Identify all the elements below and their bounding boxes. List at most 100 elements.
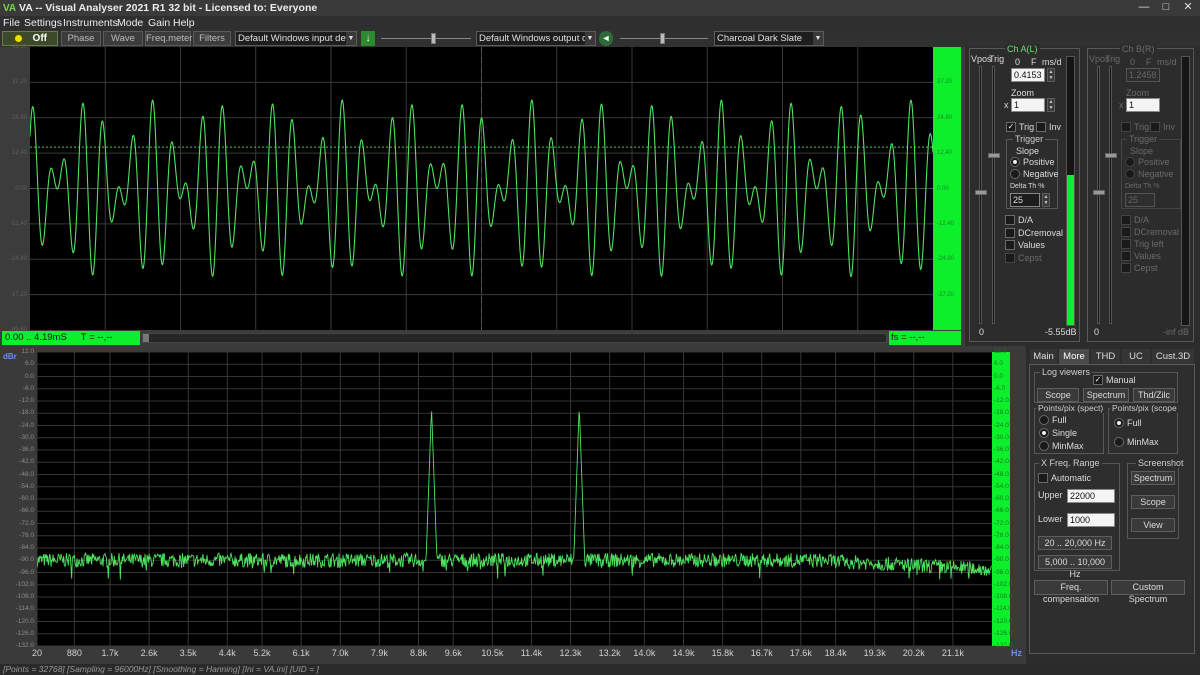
spect-full-radio[interactable] [1039, 415, 1049, 425]
menu-settings[interactable]: Settings [24, 16, 62, 30]
da-checkbox[interactable] [1005, 215, 1015, 225]
menu-instruments[interactable]: Instruments [63, 16, 118, 30]
output-device-select[interactable]: Default Windows output devic ▼ [476, 31, 596, 46]
delta-th-input[interactable]: 25 [1010, 193, 1040, 207]
spectrum-right-tick: 12.0 [994, 348, 1007, 355]
screenshot-scope-button[interactable]: Scope [1131, 495, 1175, 509]
tab-cust3d[interactable]: Cust.3D [1152, 349, 1194, 364]
theme-select[interactable]: Charcoal Dark Slate ▼ [714, 31, 824, 46]
trigleft-checkbox-b[interactable] [1121, 239, 1131, 249]
log-thd-button[interactable]: Thd/Zilc [1133, 388, 1175, 402]
spectrum-right-tick: -72.0 [994, 519, 1009, 527]
automatic-checkbox[interactable] [1038, 473, 1048, 483]
screenshot-spectrum-button[interactable]: Spectrum [1131, 471, 1175, 485]
trig-level-slider[interactable] [992, 66, 995, 324]
manual-checkbox[interactable]: ✓ [1093, 375, 1103, 385]
slope-negative-radio[interactable] [1010, 169, 1020, 179]
ms-per-div-label-b: ms/d [1157, 57, 1177, 67]
speaker-icon[interactable]: ◄ [599, 31, 613, 46]
spectrum-right-tick: -36.0 [994, 446, 1009, 453]
output-volume-slider[interactable] [620, 31, 708, 46]
scope-time-range: 0.00 .. 4.19mS [5, 332, 67, 343]
log-scope-button[interactable]: Scope [1037, 388, 1079, 402]
trig-level-thumb[interactable] [988, 153, 1000, 158]
tab-more[interactable]: More [1059, 349, 1089, 364]
menu-mode[interactable]: Mode [117, 16, 143, 30]
freq-compensation-button[interactable]: Freq. compensation [1034, 580, 1108, 604]
scope-y-tick: -37.20 [9, 291, 27, 298]
cepst-checkbox-b[interactable] [1121, 263, 1131, 273]
scope-right-tick: -24.80 [937, 256, 955, 263]
inv-checkbox[interactable] [1036, 122, 1046, 132]
lower-freq-input[interactable]: 1000 [1067, 513, 1115, 527]
dcremoval-label: DCremoval [1018, 228, 1064, 238]
scope-full-radio[interactable] [1114, 418, 1124, 428]
trig-level-slider-b[interactable] [1109, 66, 1112, 324]
spect-single-radio[interactable] [1039, 428, 1049, 438]
screenshot-view-button[interactable]: View [1131, 518, 1175, 532]
delta-th-spinner[interactable]: ▲ ▼ [1042, 193, 1050, 207]
trig-checkbox[interactable]: ✓ [1006, 122, 1016, 132]
zoom-spinner[interactable]: ▲ ▼ [1047, 98, 1055, 112]
log-spectrum-button[interactable]: Spectrum [1083, 388, 1129, 402]
ms-per-div-input[interactable]: 0.4153 [1011, 68, 1045, 82]
minimize-icon[interactable]: — [1136, 1, 1152, 15]
vpos-slider-b[interactable] [1097, 66, 1100, 324]
spectrum-right-tick: -108.0 [994, 593, 1013, 600]
zoom-input-b[interactable]: 1 [1126, 98, 1160, 112]
tab-filters[interactable]: Filters [193, 31, 231, 46]
tab-uc[interactable]: UC [1122, 349, 1150, 364]
ms-spinner[interactable]: ▲ ▼ [1047, 68, 1055, 82]
dcremoval-checkbox-b[interactable] [1121, 227, 1131, 237]
input-device-select[interactable]: Default Windows input device ▼ [235, 31, 357, 46]
maximize-icon[interactable]: □ [1158, 1, 1174, 15]
spectrum-right-tick: -96.0 [994, 568, 1009, 576]
zoom-label: Zoom [1011, 88, 1035, 98]
upper-freq-input[interactable]: 22000 [1067, 489, 1115, 503]
trig-level-thumb-b[interactable] [1105, 153, 1117, 158]
ms-per-div-input-b[interactable]: 1.2458 [1126, 68, 1160, 82]
close-icon[interactable]: ✕ [1180, 1, 1196, 15]
spectrum-plot[interactable] [37, 352, 992, 646]
slope-positive-radio-b[interactable] [1125, 157, 1135, 167]
values-checkbox[interactable] [1005, 240, 1015, 250]
menu-gain[interactable]: Gain [148, 16, 170, 30]
trig-checkbox-b[interactable] [1121, 122, 1131, 132]
range-20-20000-button[interactable]: 20 .. 20,000 Hz [1038, 536, 1112, 550]
manual-label: Manual [1106, 375, 1136, 385]
input-gain-slider[interactable] [381, 31, 471, 46]
scope-scrollbar[interactable] [142, 333, 887, 343]
vpos-slider[interactable] [979, 66, 982, 324]
tab-freq-meter[interactable]: Freq.meter [145, 31, 192, 46]
dcremoval-checkbox[interactable] [1005, 228, 1015, 238]
values-checkbox-b[interactable] [1121, 251, 1131, 261]
input-arrow-icon[interactable]: ↓ [361, 31, 375, 46]
channel-a-level-fill [1067, 175, 1074, 325]
tab-phase[interactable]: Phase [61, 31, 101, 46]
slope-positive-radio[interactable] [1010, 157, 1020, 167]
cepst-checkbox[interactable] [1005, 253, 1015, 263]
vpos-thumb-b[interactable] [1093, 190, 1105, 195]
inv-checkbox-label: Inv [1049, 122, 1062, 132]
custom-spectrum-button[interactable]: Custom Spectrum [1111, 580, 1185, 604]
spect-minmax-radio[interactable] [1039, 441, 1049, 451]
menu-file[interactable]: File [3, 16, 20, 30]
spectrum-y-tick: -72.0 [19, 519, 34, 527]
slope-negative-radio-b[interactable] [1125, 169, 1135, 179]
scope-right-tick: -37.20 [937, 291, 955, 298]
spectrum-trace [37, 411, 992, 580]
vpos-thumb[interactable] [975, 190, 987, 195]
oscilloscope-plot[interactable] [30, 47, 933, 330]
tab-thd[interactable]: THD [1091, 349, 1120, 364]
tab-main[interactable]: Main [1030, 349, 1057, 364]
delta-th-input-b[interactable]: 25 [1125, 193, 1155, 207]
slope-negative-label-b: Negative [1138, 169, 1174, 179]
tab-wave[interactable]: Wave [103, 31, 143, 46]
lower-label: Lower [1038, 514, 1063, 524]
scope-minmax-radio[interactable] [1114, 437, 1124, 447]
range-5000-10000-button[interactable]: 5,000 .. 10,000 Hz [1038, 555, 1112, 579]
zoom-input[interactable]: 1 [1011, 98, 1045, 112]
da-checkbox-b[interactable] [1121, 215, 1131, 225]
inv-checkbox-b[interactable] [1150, 122, 1160, 132]
menu-help[interactable]: Help [173, 16, 195, 30]
